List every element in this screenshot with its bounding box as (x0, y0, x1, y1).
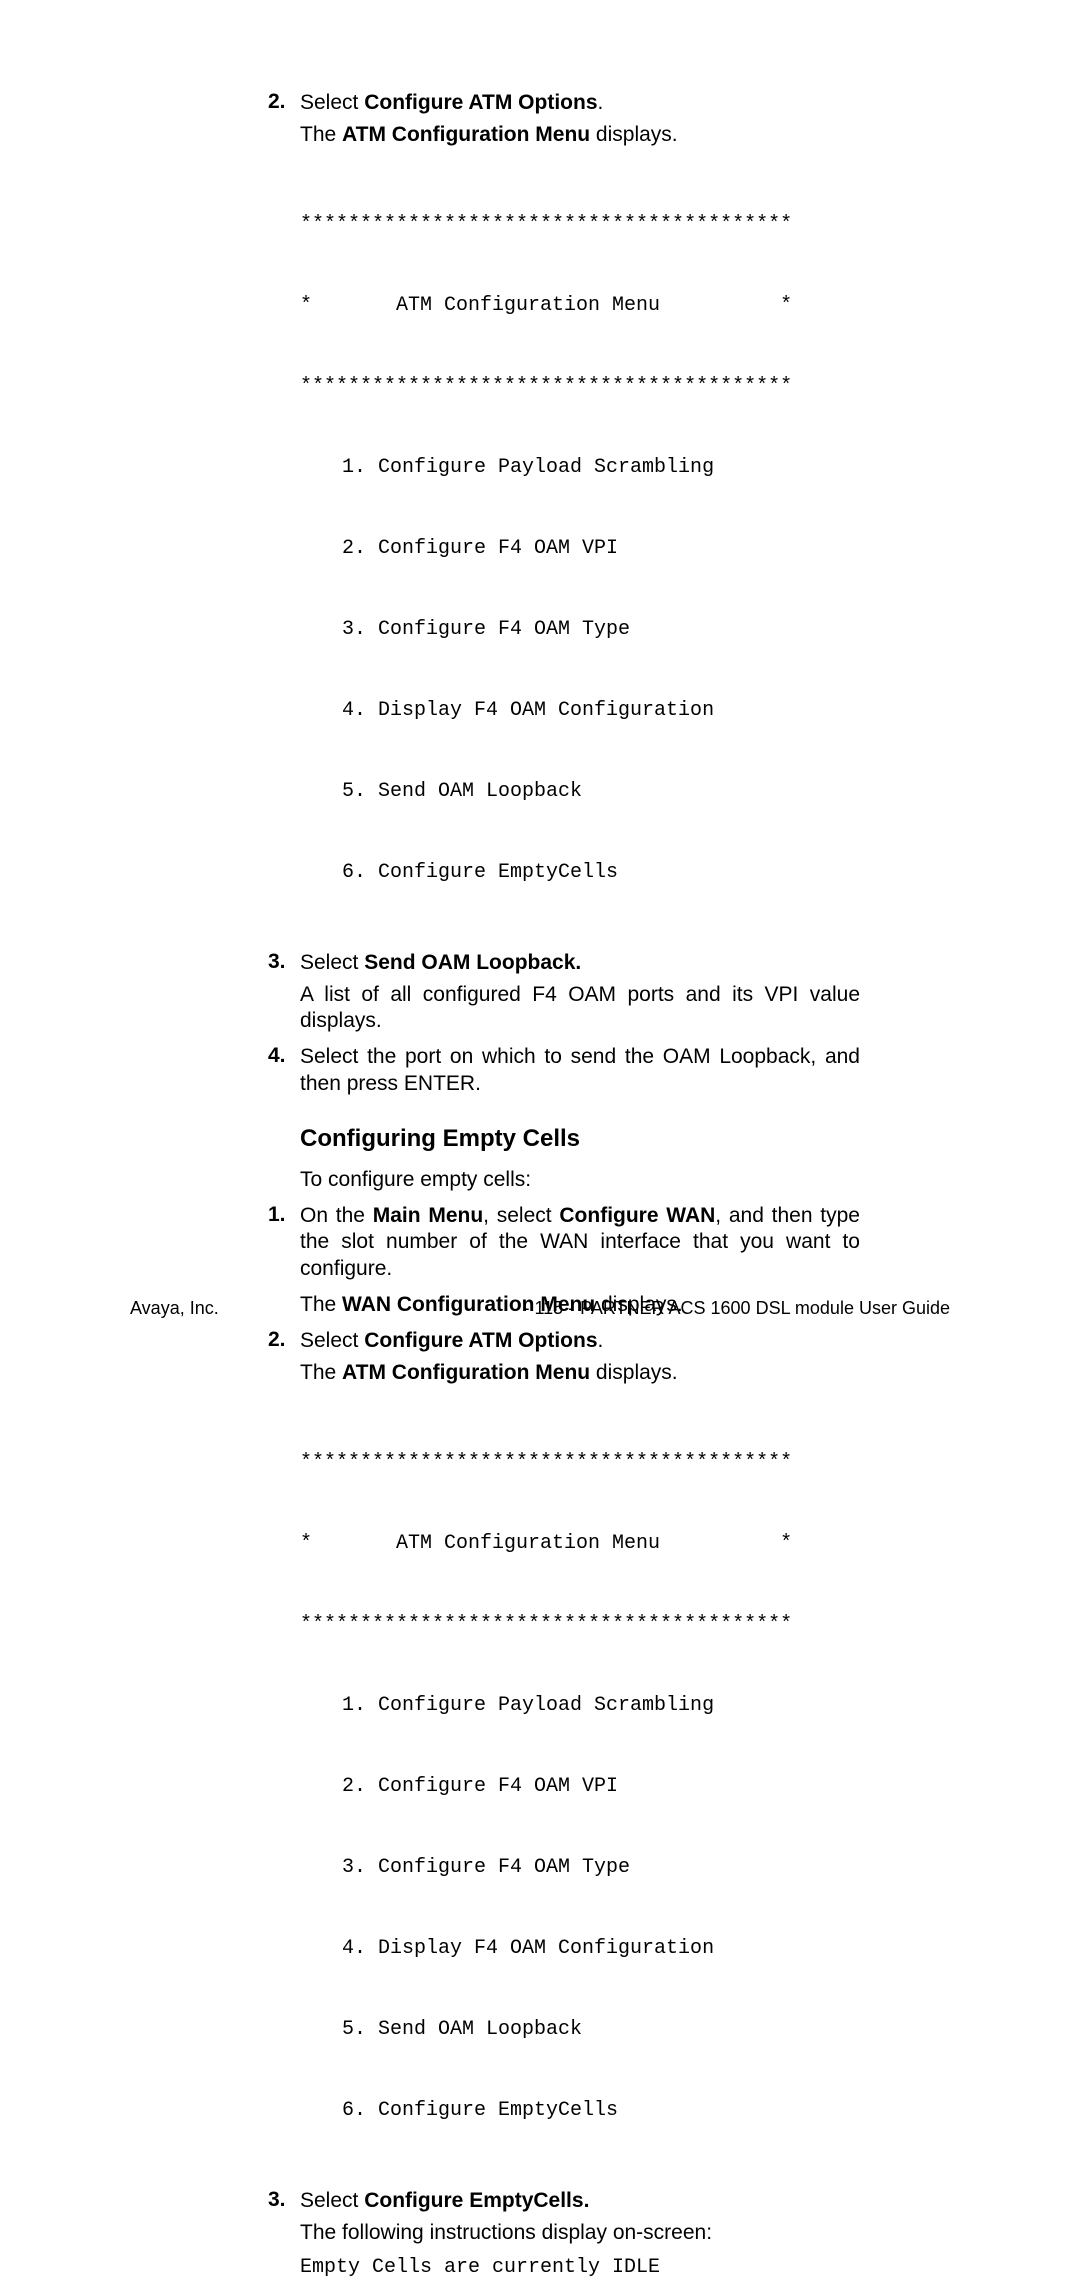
bold: ATM Configuration Menu (342, 123, 590, 146)
menu-title: * ATM Configuration Menu * (300, 292, 860, 319)
menu-item: 1. Configure Payload Scrambling (300, 1692, 860, 1719)
text: displays. (590, 1361, 678, 1384)
menu-item: 4. Display F4 OAM Configuration (300, 697, 860, 724)
bold: Configure ATM Options (364, 1329, 597, 1352)
atm-config-menu-1: ****************************************… (300, 157, 860, 940)
step-3-top: 3. Select Send OAM Loopback. A list of a… (300, 950, 860, 1035)
menu-item: 6. Configure EmptyCells (300, 859, 860, 886)
menu-title: * ATM Configuration Menu * (300, 1530, 860, 1557)
heading-configuring-empty-cells: Configuring Empty Cells (300, 1125, 860, 1153)
bold: Configure ATM Options (364, 91, 597, 114)
footer-company: Avaya, Inc. (130, 1298, 219, 1319)
step-num: 4. (268, 1044, 286, 1068)
text: The (300, 123, 342, 146)
menu-border: ****************************************… (300, 211, 860, 238)
bold: Send OAM Loopback. (364, 951, 581, 974)
step-text: Select Configure ATM Options. (300, 1328, 860, 1354)
footer-page-number: - 115 - (523, 1298, 574, 1319)
empty-cells-status: Empty Cells are currently IDLE (300, 2254, 860, 2281)
menu-item: 3. Configure F4 OAM Type (300, 1854, 860, 1881)
step-4-top: 4. Select the port on which to send the … (300, 1044, 860, 1097)
bold: Main Menu (373, 1204, 483, 1227)
footer-doc-title: PARTNER ACS 1600 DSL module User Guide (580, 1298, 950, 1319)
atm-config-menu-2: ****************************************… (300, 1395, 860, 2178)
step-num: 1. (268, 1203, 286, 1227)
menu-item: 6. Configure EmptyCells (300, 2097, 860, 2124)
menu-border: ****************************************… (300, 1611, 860, 1638)
step-text: Select Send OAM Loopback. (300, 950, 860, 976)
step-subtext: The ATM Configuration Menu displays. (300, 122, 860, 148)
text: Select (300, 2189, 364, 2212)
intro-text: To configure empty cells: (300, 1167, 860, 1193)
menu-item: 1. Configure Payload Scrambling (300, 454, 860, 481)
step-subtext: A list of all configured F4 OAM ports an… (300, 982, 860, 1035)
text: Select (300, 951, 364, 974)
bold: Configure WAN (559, 1204, 715, 1227)
menu-border: ****************************************… (300, 1449, 860, 1476)
menu-item: 5. Send OAM Loopback (300, 778, 860, 805)
step-num: 3. (268, 950, 286, 974)
text: . (598, 1329, 604, 1352)
text: On the (300, 1204, 373, 1227)
step-num: 3. (268, 2188, 286, 2212)
step-text: On the Main Menu, select Configure WAN, … (300, 1203, 860, 1282)
step-text: Select Configure EmptyCells. (300, 2188, 860, 2214)
bold: Configure EmptyCells. (364, 2189, 589, 2212)
text: displays. (590, 123, 678, 146)
menu-item: 5. Send OAM Loopback (300, 2016, 860, 2043)
text: . (598, 91, 604, 114)
menu-item: 4. Display F4 OAM Configuration (300, 1935, 860, 1962)
step-2-bottom: 2. Select Configure ATM Options. The ATM… (300, 1328, 860, 2178)
text: Select (300, 1329, 364, 1352)
step-text: Select Configure ATM Options. (300, 90, 860, 116)
menu-border: ****************************************… (300, 373, 860, 400)
step-subtext: The following instructions display on-sc… (300, 2220, 860, 2246)
step-2-top: 2. Select Configure ATM Options. The ATM… (300, 90, 860, 940)
bold: ATM Configuration Menu (342, 1361, 590, 1384)
menu-item: 3. Configure F4 OAM Type (300, 616, 860, 643)
text: The (300, 1361, 342, 1384)
text: , select (483, 1204, 559, 1227)
step-num: 2. (268, 1328, 286, 1352)
menu-item: 2. Configure F4 OAM VPI (300, 535, 860, 562)
step-text: Select the port on which to send the OAM… (300, 1044, 860, 1097)
step-num: 2. (268, 90, 286, 114)
page-footer: Avaya, Inc. - 115 - PARTNER ACS 1600 DSL… (130, 1298, 950, 1319)
step-subtext: The ATM Configuration Menu displays. (300, 1360, 860, 1386)
text: Select (300, 91, 364, 114)
step-3-bottom: 3. Select Configure EmptyCells. The foll… (300, 2188, 860, 2281)
menu-item: 2. Configure F4 OAM VPI (300, 1773, 860, 1800)
